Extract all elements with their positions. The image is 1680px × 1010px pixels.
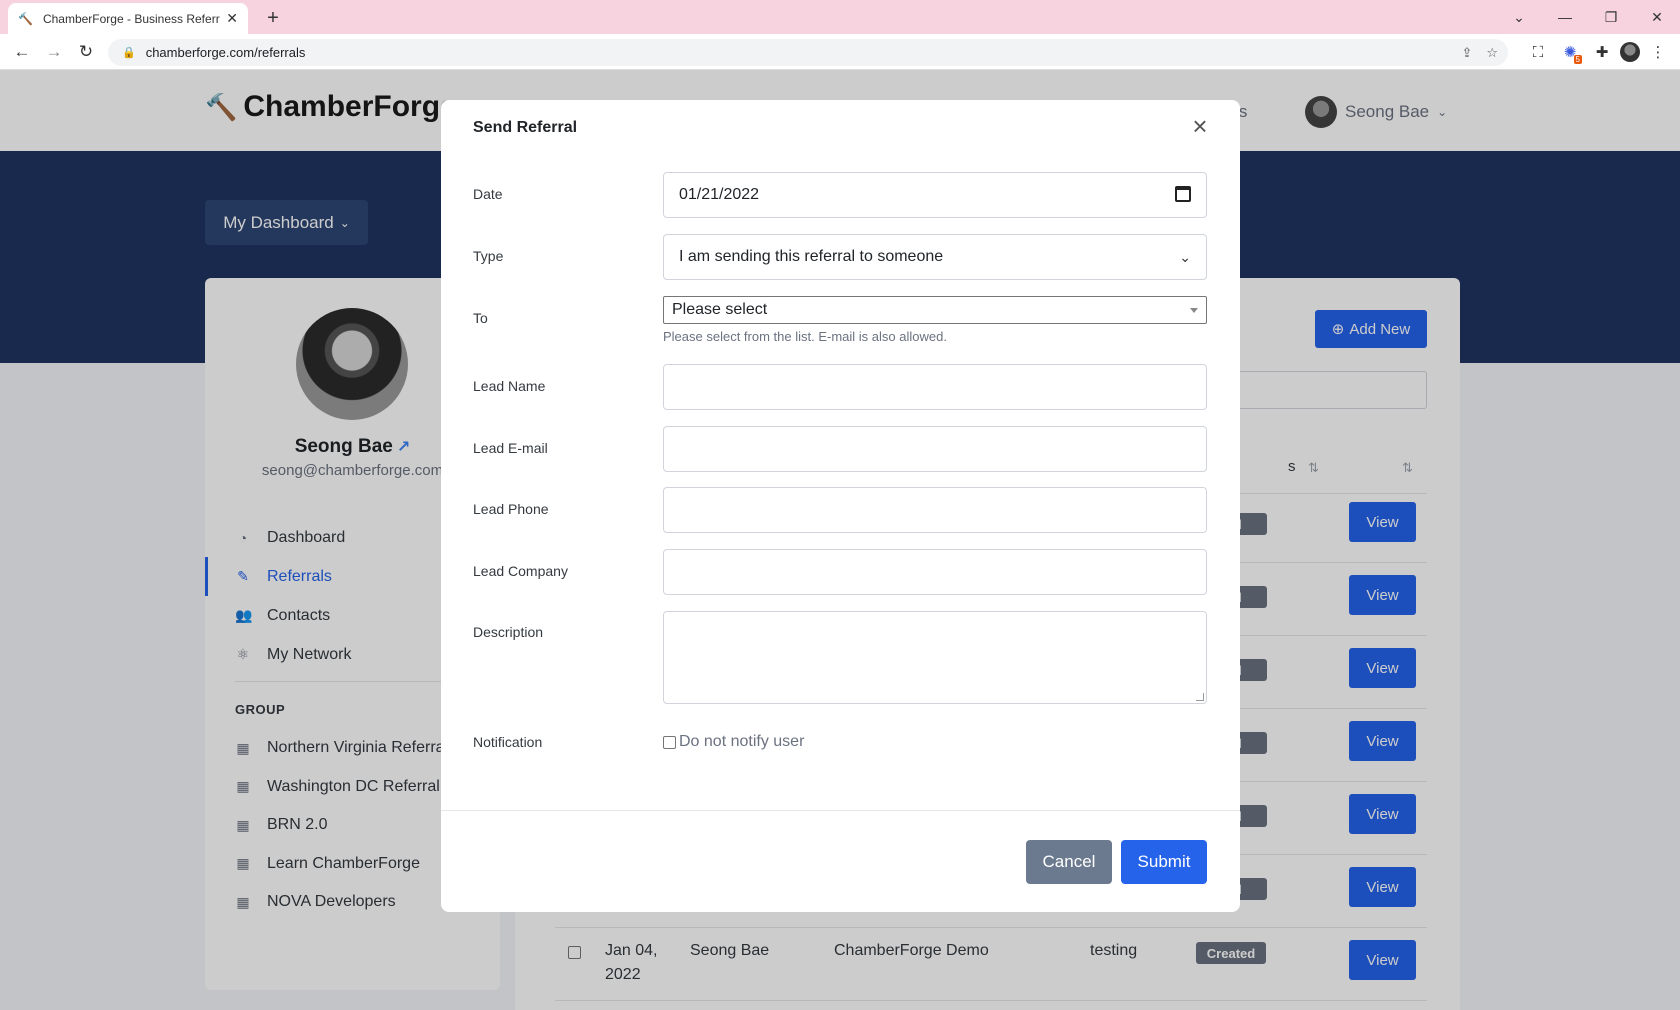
calendar-icon[interactable] bbox=[1175, 185, 1191, 205]
minimize-icon[interactable]: — bbox=[1542, 0, 1588, 34]
browser-tab-bar: 🔨 ChamberForge - Business Referra ✕ + ⌄ … bbox=[0, 0, 1680, 34]
date-input[interactable]: 01/21/2022 bbox=[663, 172, 1207, 218]
modal-title: Send Referral bbox=[473, 119, 578, 136]
description-label: Description bbox=[473, 624, 544, 640]
extension-badge-count: 5 bbox=[1573, 55, 1582, 64]
tab-title: ChamberForge - Business Referra bbox=[42, 11, 221, 26]
lead-phone-input[interactable] bbox=[663, 487, 1207, 533]
puzzle-icon[interactable]: ✚ bbox=[1588, 38, 1616, 66]
lead-company-label: Lead Company bbox=[473, 563, 568, 579]
new-tab-plus-icon[interactable]: + bbox=[260, 5, 286, 31]
browser-tab[interactable]: 🔨 ChamberForge - Business Referra ✕ bbox=[8, 3, 248, 34]
lead-email-input[interactable] bbox=[663, 426, 1207, 472]
back-arrow-icon[interactable]: ← bbox=[8, 38, 36, 66]
cancel-button[interactable]: Cancel bbox=[1026, 840, 1112, 884]
lead-company-input[interactable] bbox=[663, 549, 1207, 595]
extension-badge-icon[interactable]: ✺ 5 bbox=[1556, 38, 1584, 66]
screenshot-icon[interactable]: ⛶ bbox=[1524, 38, 1552, 66]
type-value: I am sending this referral to someone bbox=[679, 248, 944, 265]
bookmark-star-icon[interactable]: ☆ bbox=[1486, 45, 1498, 61]
submit-button[interactable]: Submit bbox=[1121, 840, 1207, 884]
resize-grip-icon[interactable] bbox=[1196, 693, 1204, 701]
date-label: Date bbox=[473, 186, 503, 202]
notification-label: Notification bbox=[473, 734, 543, 750]
to-select[interactable]: Please select bbox=[663, 296, 1207, 324]
window-close-icon[interactable]: ✕ bbox=[1634, 0, 1680, 34]
share-icon[interactable]: ⇪ bbox=[1461, 45, 1472, 61]
caret-down-icon bbox=[1190, 307, 1198, 313]
window-controls: ⌄ — ❐ ✕ bbox=[1496, 0, 1680, 34]
notify-option[interactable]: Do not notify user bbox=[663, 733, 804, 751]
browser-toolbar: ← → ↻ 🔒 chamberforge.com/referrals ⇪ ☆ ⛶… bbox=[0, 34, 1680, 70]
to-value: Please select bbox=[672, 301, 768, 318]
lock-icon: 🔒 bbox=[122, 47, 136, 59]
close-icon[interactable]: × bbox=[1187, 113, 1213, 140]
do-not-notify-checkbox[interactable] bbox=[663, 735, 676, 749]
date-value: 01/21/2022 bbox=[679, 186, 760, 203]
tab-search-chevron-icon[interactable]: ⌄ bbox=[1496, 0, 1542, 34]
extension-area: ⛶ ✺ 5 ✚ ⋮ bbox=[1524, 38, 1680, 66]
do-not-notify-label: Do not notify user bbox=[679, 733, 805, 750]
omnibox-actions: ⇪ ☆ bbox=[1461, 39, 1498, 66]
favicon-hammer-icon: 🔨 bbox=[18, 11, 33, 26]
send-referral-modal: Send Referral × Date 01/21/2022 Type I a… bbox=[441, 100, 1240, 912]
description-textarea[interactable] bbox=[663, 611, 1207, 704]
tab-close-icon[interactable]: ✕ bbox=[226, 10, 238, 27]
type-select[interactable]: I am sending this referral to someone ⌄ bbox=[663, 234, 1207, 280]
chevron-down-icon: ⌄ bbox=[1179, 248, 1191, 265]
lead-phone-label: Lead Phone bbox=[473, 501, 549, 517]
kebab-menu-icon[interactable]: ⋮ bbox=[1644, 38, 1672, 66]
to-label: To bbox=[473, 310, 488, 326]
lead-email-label: Lead E-mail bbox=[473, 440, 548, 456]
url-text: chamberforge.com/referrals bbox=[145, 45, 306, 60]
reload-icon[interactable]: ↻ bbox=[72, 38, 100, 66]
forward-arrow-icon[interactable]: → bbox=[40, 38, 68, 66]
address-bar[interactable]: 🔒 chamberforge.com/referrals ⇪ ☆ bbox=[108, 39, 1508, 66]
modal-footer-divider bbox=[441, 810, 1240, 811]
lead-name-label: Lead Name bbox=[473, 378, 546, 394]
to-help-text: Please select from the list. E-mail is a… bbox=[663, 329, 947, 344]
profile-avatar-icon[interactable] bbox=[1620, 42, 1640, 62]
lead-name-input[interactable] bbox=[663, 364, 1207, 410]
restore-icon[interactable]: ❐ bbox=[1588, 0, 1634, 34]
type-label: Type bbox=[473, 248, 504, 264]
